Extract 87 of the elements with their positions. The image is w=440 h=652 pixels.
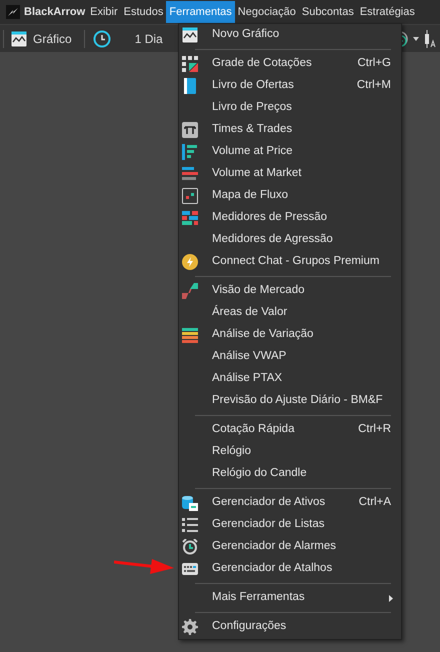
menu-item[interactable]: Cotação Rápida Ctrl+R [179, 419, 401, 441]
menu-bar-item[interactable]: Subcontas [298, 1, 357, 23]
book-icon [182, 78, 198, 94]
menu-item-label: Visão de Mercado [212, 283, 304, 298]
menu-item[interactable]: Relógio do Candle [179, 463, 401, 485]
menu-item-label: Times & Trades [212, 122, 292, 138]
menu-item[interactable]: Connect Chat - Grupos Premium [179, 251, 401, 273]
shortcut-label: Ctrl+G [357, 56, 391, 72]
menu-item[interactable]: Análise PTAX [179, 368, 401, 390]
menu-item[interactable]: Relógio [179, 441, 401, 463]
meter-icon [182, 210, 198, 226]
menu-item-label: Cotação Rápida [212, 422, 294, 438]
menu-bar-item[interactable]: Exibir [87, 1, 121, 23]
menu-item[interactable]: Análise VWAP [179, 346, 401, 368]
menu-item-label: Volume at Market [212, 166, 302, 182]
menu-item-label: Previsão do Ajuste Diário - BM&F [212, 393, 383, 408]
stripes-icon [182, 327, 198, 343]
clock-icon[interactable] [92, 30, 111, 48]
menu-item[interactable]: Previsão do Ajuste Diário - BM&F [179, 390, 401, 412]
shortcut-label: Ctrl+M [356, 78, 391, 94]
chart-icon [11, 30, 27, 46]
menu-item[interactable]: Áreas de Valor [179, 302, 401, 324]
menu-item[interactable]: Mais Ferramentas [179, 587, 401, 609]
menu-item[interactable]: Análise de Variação [179, 324, 401, 346]
flow-map-icon [182, 188, 198, 204]
menu-item[interactable]: Novo Gráfico [179, 24, 401, 46]
menu-item[interactable]: Configurações [179, 616, 401, 638]
menu-item-label: Medidores de Agressão [212, 232, 333, 248]
menu-item[interactable]: Times & Trades [179, 119, 401, 141]
menu-item-label: Análise PTAX [212, 371, 282, 386]
menu-item-label: Gerenciador de Listas [212, 517, 325, 532]
menu-item-label: Gerenciador de Atalhos [212, 561, 332, 576]
menu-bar-item[interactable]: Negociação [234, 1, 299, 23]
menu-bar-item[interactable]: Ferramentas [166, 1, 235, 23]
menu-item[interactable]: Gerenciador de Listas [179, 514, 401, 536]
menu-item-label: Novo Gráfico [212, 27, 280, 42]
keyboard-icon [182, 561, 198, 577]
menu-item[interactable]: Livro de Ofertas Ctrl+M [179, 75, 401, 97]
menu-item[interactable]: Medidores de Agressão [179, 229, 401, 251]
menu-item-label: Áreas de Valor [212, 304, 288, 320]
menu-item[interactable]: Gerenciador de Atalhos [179, 558, 401, 580]
bar-chart-icon [182, 166, 198, 182]
menu-item-label: Relógio [212, 444, 251, 460]
menu-item-label: Análise VWAP [212, 349, 286, 364]
bar-chart-icon [182, 144, 198, 160]
menu-item-label: Análise de Variação [212, 327, 314, 342]
caret-icon[interactable] [413, 36, 419, 40]
menu-item-label: Mapa de Fluxo [212, 188, 288, 204]
menu-item-label: Mais Ferramentas [212, 590, 305, 606]
grid-icon [182, 56, 198, 72]
database-icon [182, 495, 198, 511]
menu-item[interactable]: Livro de Preços [179, 97, 401, 119]
submenu-arrow-icon [389, 594, 393, 602]
menu-item[interactable]: Volume at Price [179, 141, 401, 163]
menu-item-label: Gerenciador de Ativos [212, 495, 326, 510]
period-label[interactable]: 1 Dia [134, 30, 163, 48]
menu-item-label: Relógio do Candle [212, 466, 307, 482]
menu-item-label: Connect Chat - Grupos Premium [212, 254, 380, 270]
candle-icon[interactable] [424, 30, 436, 48]
alarm-clock-icon [182, 539, 198, 555]
chart-icon [182, 27, 198, 43]
menu-item[interactable]: Gerenciador de Alarmes [179, 536, 401, 558]
annotation-arrow [114, 559, 174, 575]
menu-item[interactable]: Visão de Mercado [179, 280, 401, 302]
chat-icon [182, 254, 198, 270]
menu-item-label: Livro de Ofertas [212, 78, 294, 94]
app-name: BlackArrow [24, 4, 86, 20]
menu-item-label: Medidores de Pressão [212, 210, 328, 226]
chart-button[interactable]: Gráfico [11, 28, 72, 50]
menu-item[interactable]: Volume at Market [179, 163, 401, 185]
menu-item[interactable]: Grade de Cotações Ctrl+G [179, 53, 401, 75]
menu-bar-item[interactable]: Estratégias [356, 1, 418, 23]
menu-bar-item[interactable]: Estudos [120, 1, 166, 23]
menu-item-label: Livro de Preços [212, 100, 292, 116]
menu-item-label: Gerenciador de Alarmes [212, 539, 336, 554]
shortcut-label: Ctrl+R [358, 422, 391, 438]
menu-item-label: Configurações [212, 619, 286, 634]
list-icon [182, 517, 198, 533]
logo-icon [6, 5, 20, 19]
market-icon [182, 283, 198, 299]
menu-item[interactable]: Medidores de Pressão [179, 207, 401, 229]
settings-icon [182, 619, 198, 635]
shortcut-label: Ctrl+A [358, 495, 391, 510]
menu-item-label: Grade de Cotações [212, 56, 312, 72]
menu-item[interactable]: Mapa de Fluxo [179, 185, 401, 207]
menu-item[interactable]: Gerenciador de Ativos Ctrl+A [179, 492, 401, 514]
menu-item-label: Volume at Price [212, 144, 293, 160]
